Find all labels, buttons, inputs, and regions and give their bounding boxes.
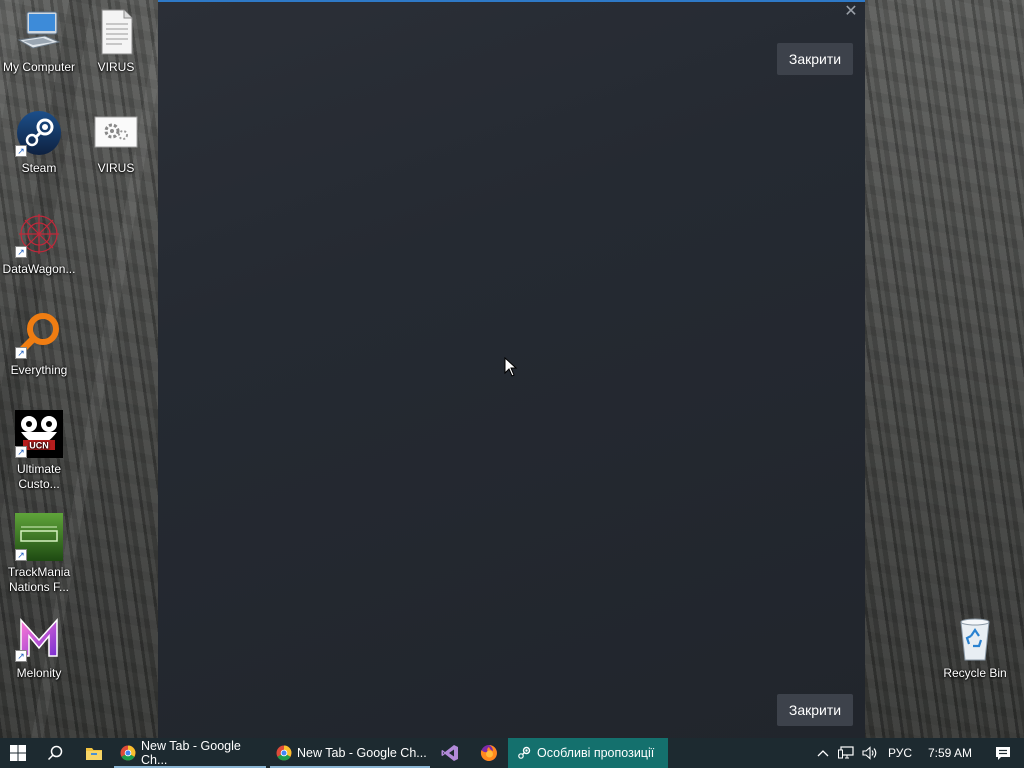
melonity-icon: ↗	[15, 614, 63, 662]
chrome-icon	[276, 745, 292, 761]
desktop-icon-everything[interactable]: ↗ Everything	[0, 311, 78, 378]
taskbar-app-firefox[interactable]	[470, 738, 508, 768]
notification-icon	[996, 746, 1010, 760]
shortcut-arrow-icon: ↗	[15, 549, 27, 561]
desktop-icon-label: Steam	[21, 161, 57, 175]
close-button-top[interactable]: Закрити	[777, 43, 853, 75]
taskbar-app-label: New Tab - Google Ch...	[297, 746, 427, 760]
mouse-cursor-icon	[504, 357, 518, 377]
desktop-icon-virus-file[interactable]: VIRUS	[77, 8, 155, 75]
desktop-icon-label: VIRUS	[97, 161, 135, 175]
clock[interactable]: 7:59 AM	[918, 738, 982, 768]
window-close-x-icon[interactable]: ✕	[843, 4, 859, 20]
close-button-bottom[interactable]: Закрити	[777, 694, 853, 726]
ucn-icon: UCN ↗	[15, 410, 63, 458]
desktop-icon-label: My Computer	[2, 60, 76, 74]
network-button[interactable]	[834, 738, 858, 768]
computer-icon	[15, 8, 63, 56]
taskbar-app-chrome-1[interactable]: New Tab - Google Ch...	[114, 738, 266, 768]
taskbar-app-steam-special-offers[interactable]: Особливі пропозиції	[508, 738, 668, 768]
desktop-icon-virus-config[interactable]: VIRUS	[77, 109, 155, 176]
desktop-icon-label: Melonity	[16, 666, 62, 680]
visual-studio-icon	[441, 745, 458, 761]
magnifier-icon: ↗	[15, 311, 63, 359]
network-icon	[838, 746, 854, 759]
desktop-icon-label: VIRUS	[97, 60, 135, 74]
desktop-icon-steam[interactable]: ↗ Steam	[0, 109, 78, 176]
search-button[interactable]	[36, 738, 74, 768]
action-center-button[interactable]	[982, 738, 1024, 768]
show-hidden-icons-button[interactable]	[812, 738, 834, 768]
steam-icon: ↗	[15, 109, 63, 157]
desktop-icon-label: TrackMania Nations F...	[7, 565, 71, 594]
volume-button[interactable]	[858, 738, 882, 768]
taskbar: New Tab - Google Ch... New Tab - Google …	[0, 738, 1024, 768]
taskbar-app-label: New Tab - Google Ch...	[141, 739, 241, 767]
desktop-icon-datawagon[interactable]: ↗ DataWagon...	[0, 210, 78, 277]
shortcut-arrow-icon: ↗	[15, 145, 27, 157]
desktop-icon-recycle-bin[interactable]: Recycle Bin	[936, 614, 1014, 681]
desktop-icon-label: Ultimate Custo...	[16, 462, 61, 491]
taskbar-app-visual-studio[interactable]	[430, 738, 470, 768]
chevron-up-icon	[817, 750, 829, 757]
file-explorer-button[interactable]	[74, 738, 114, 768]
desktop-icon-ultimate-custom-night[interactable]: UCN ↗ Ultimate Custo...	[0, 410, 78, 492]
desktop-icon-label: Everything	[10, 363, 68, 377]
search-icon	[47, 745, 63, 761]
text-file-icon	[92, 8, 140, 56]
input-language-button[interactable]: РУС	[882, 738, 918, 768]
shortcut-arrow-icon: ↗	[15, 347, 27, 359]
shortcut-arrow-icon: ↗	[15, 246, 27, 258]
desktop-icon-trackmania[interactable]: ↗ TrackMania Nations F...	[0, 513, 78, 595]
firefox-icon	[480, 745, 497, 761]
start-button[interactable]	[0, 738, 36, 768]
desktop-icon-label: Recycle Bin	[943, 666, 1007, 680]
steam-icon	[518, 746, 531, 759]
datawagon-icon: ↗	[15, 210, 63, 258]
shortcut-arrow-icon: ↗	[15, 446, 27, 458]
shortcut-arrow-icon: ↗	[15, 650, 27, 662]
windows-logo-icon	[10, 745, 26, 761]
desktop-icon-label: DataWagon...	[2, 262, 76, 276]
settings-file-icon	[92, 109, 140, 157]
desktop-icon-my-computer[interactable]: My Computer	[0, 8, 78, 75]
system-tray: РУС 7:59 AM	[812, 738, 1024, 768]
taskbar-app-chrome-2[interactable]: New Tab - Google Ch...	[270, 738, 430, 768]
folder-icon	[86, 748, 102, 760]
chrome-icon	[120, 745, 136, 761]
speaker-icon	[862, 746, 877, 760]
svg-text:UCN: UCN	[29, 441, 49, 451]
taskbar-app-label: Особливі пропозиції	[537, 746, 655, 760]
recycle-bin-icon	[951, 614, 999, 662]
desktop-icon-melonity[interactable]: ↗ Melonity	[0, 614, 78, 681]
trackmania-icon: ↗	[15, 513, 63, 561]
